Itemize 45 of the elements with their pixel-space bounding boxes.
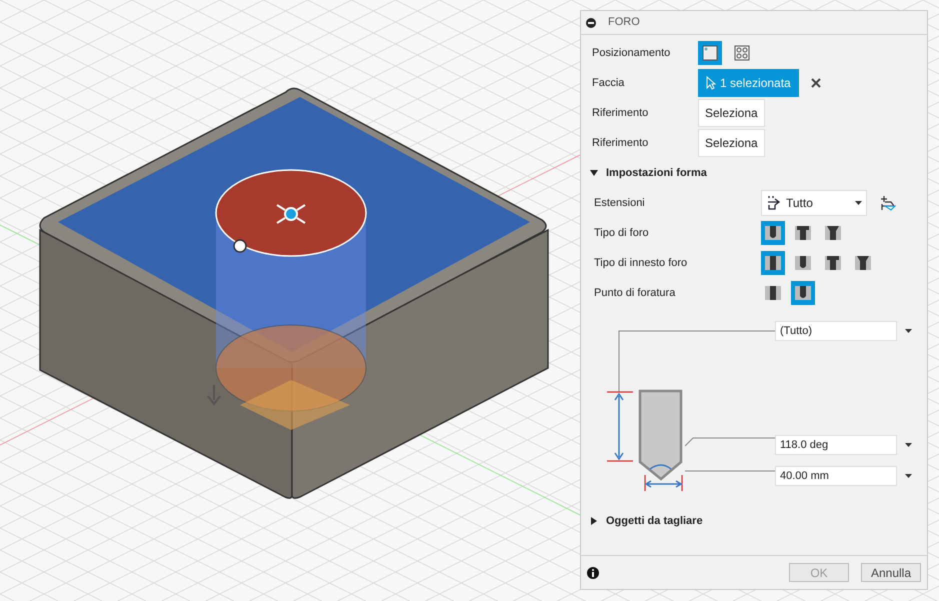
- field-label: Tipo di foro: [594, 226, 650, 241]
- dialog-title: FORO: [608, 15, 640, 30]
- hole-type-icon: [793, 223, 813, 243]
- caret-icon[interactable]: [905, 329, 912, 333]
- field-label: Punto di foratura: [594, 286, 676, 301]
- value-field[interactable]: 40.00 mm: [775, 466, 897, 486]
- hole-type-icon: [853, 253, 873, 273]
- caret-icon[interactable]: [905, 474, 912, 478]
- option-toggle[interactable]: [791, 281, 815, 305]
- hole-type-icon: [793, 253, 813, 273]
- caret-icon: [855, 201, 862, 205]
- field-label: Riferimento: [592, 136, 650, 151]
- extent-dropdown[interactable]: Tutto: [761, 190, 867, 216]
- disclosure-triangle-icon: [590, 169, 598, 177]
- single-point-icon: [702, 45, 718, 61]
- hole-type-icon: [763, 223, 783, 243]
- disclosure-triangle-icon: [590, 517, 598, 525]
- value-field[interactable]: 118.0 deg: [775, 435, 897, 455]
- hole-type-icon: [793, 283, 813, 303]
- select-button[interactable]: Seleziona: [698, 129, 765, 157]
- caret-icon[interactable]: [905, 443, 912, 447]
- field-label: Riferimento: [592, 106, 650, 121]
- value-field[interactable]: (Tutto): [775, 321, 897, 341]
- option-toggle[interactable]: [761, 221, 785, 245]
- hole-type-icon: [823, 253, 843, 273]
- extent-icon: [766, 195, 782, 211]
- option-toggle[interactable]: [698, 41, 722, 65]
- close-icon[interactable]: [810, 78, 821, 88]
- dialog-button[interactable]: Annulla: [861, 563, 921, 582]
- flip-icon[interactable]: [879, 194, 897, 212]
- info-icon[interactable]: [587, 566, 599, 578]
- multi-point-icon: [734, 45, 750, 61]
- section-header[interactable]: Impostazioni forma: [581, 162, 707, 184]
- cursor-icon: [706, 76, 716, 90]
- section-header[interactable]: Oggetti da tagliare: [581, 510, 703, 532]
- hole-type-icon: [763, 253, 783, 273]
- hole-type-icon: [763, 283, 783, 303]
- collapse-icon[interactable]: [586, 18, 596, 28]
- option-toggle[interactable]: [761, 251, 785, 275]
- field-label: Tipo di innesto foro: [594, 256, 688, 271]
- field-label: Estensioni: [594, 196, 646, 211]
- hole-type-icon: [823, 223, 843, 243]
- field-label: Faccia: [592, 76, 626, 91]
- field-label: Posizionamento: [592, 46, 672, 61]
- select-button[interactable]: Seleziona: [698, 99, 765, 127]
